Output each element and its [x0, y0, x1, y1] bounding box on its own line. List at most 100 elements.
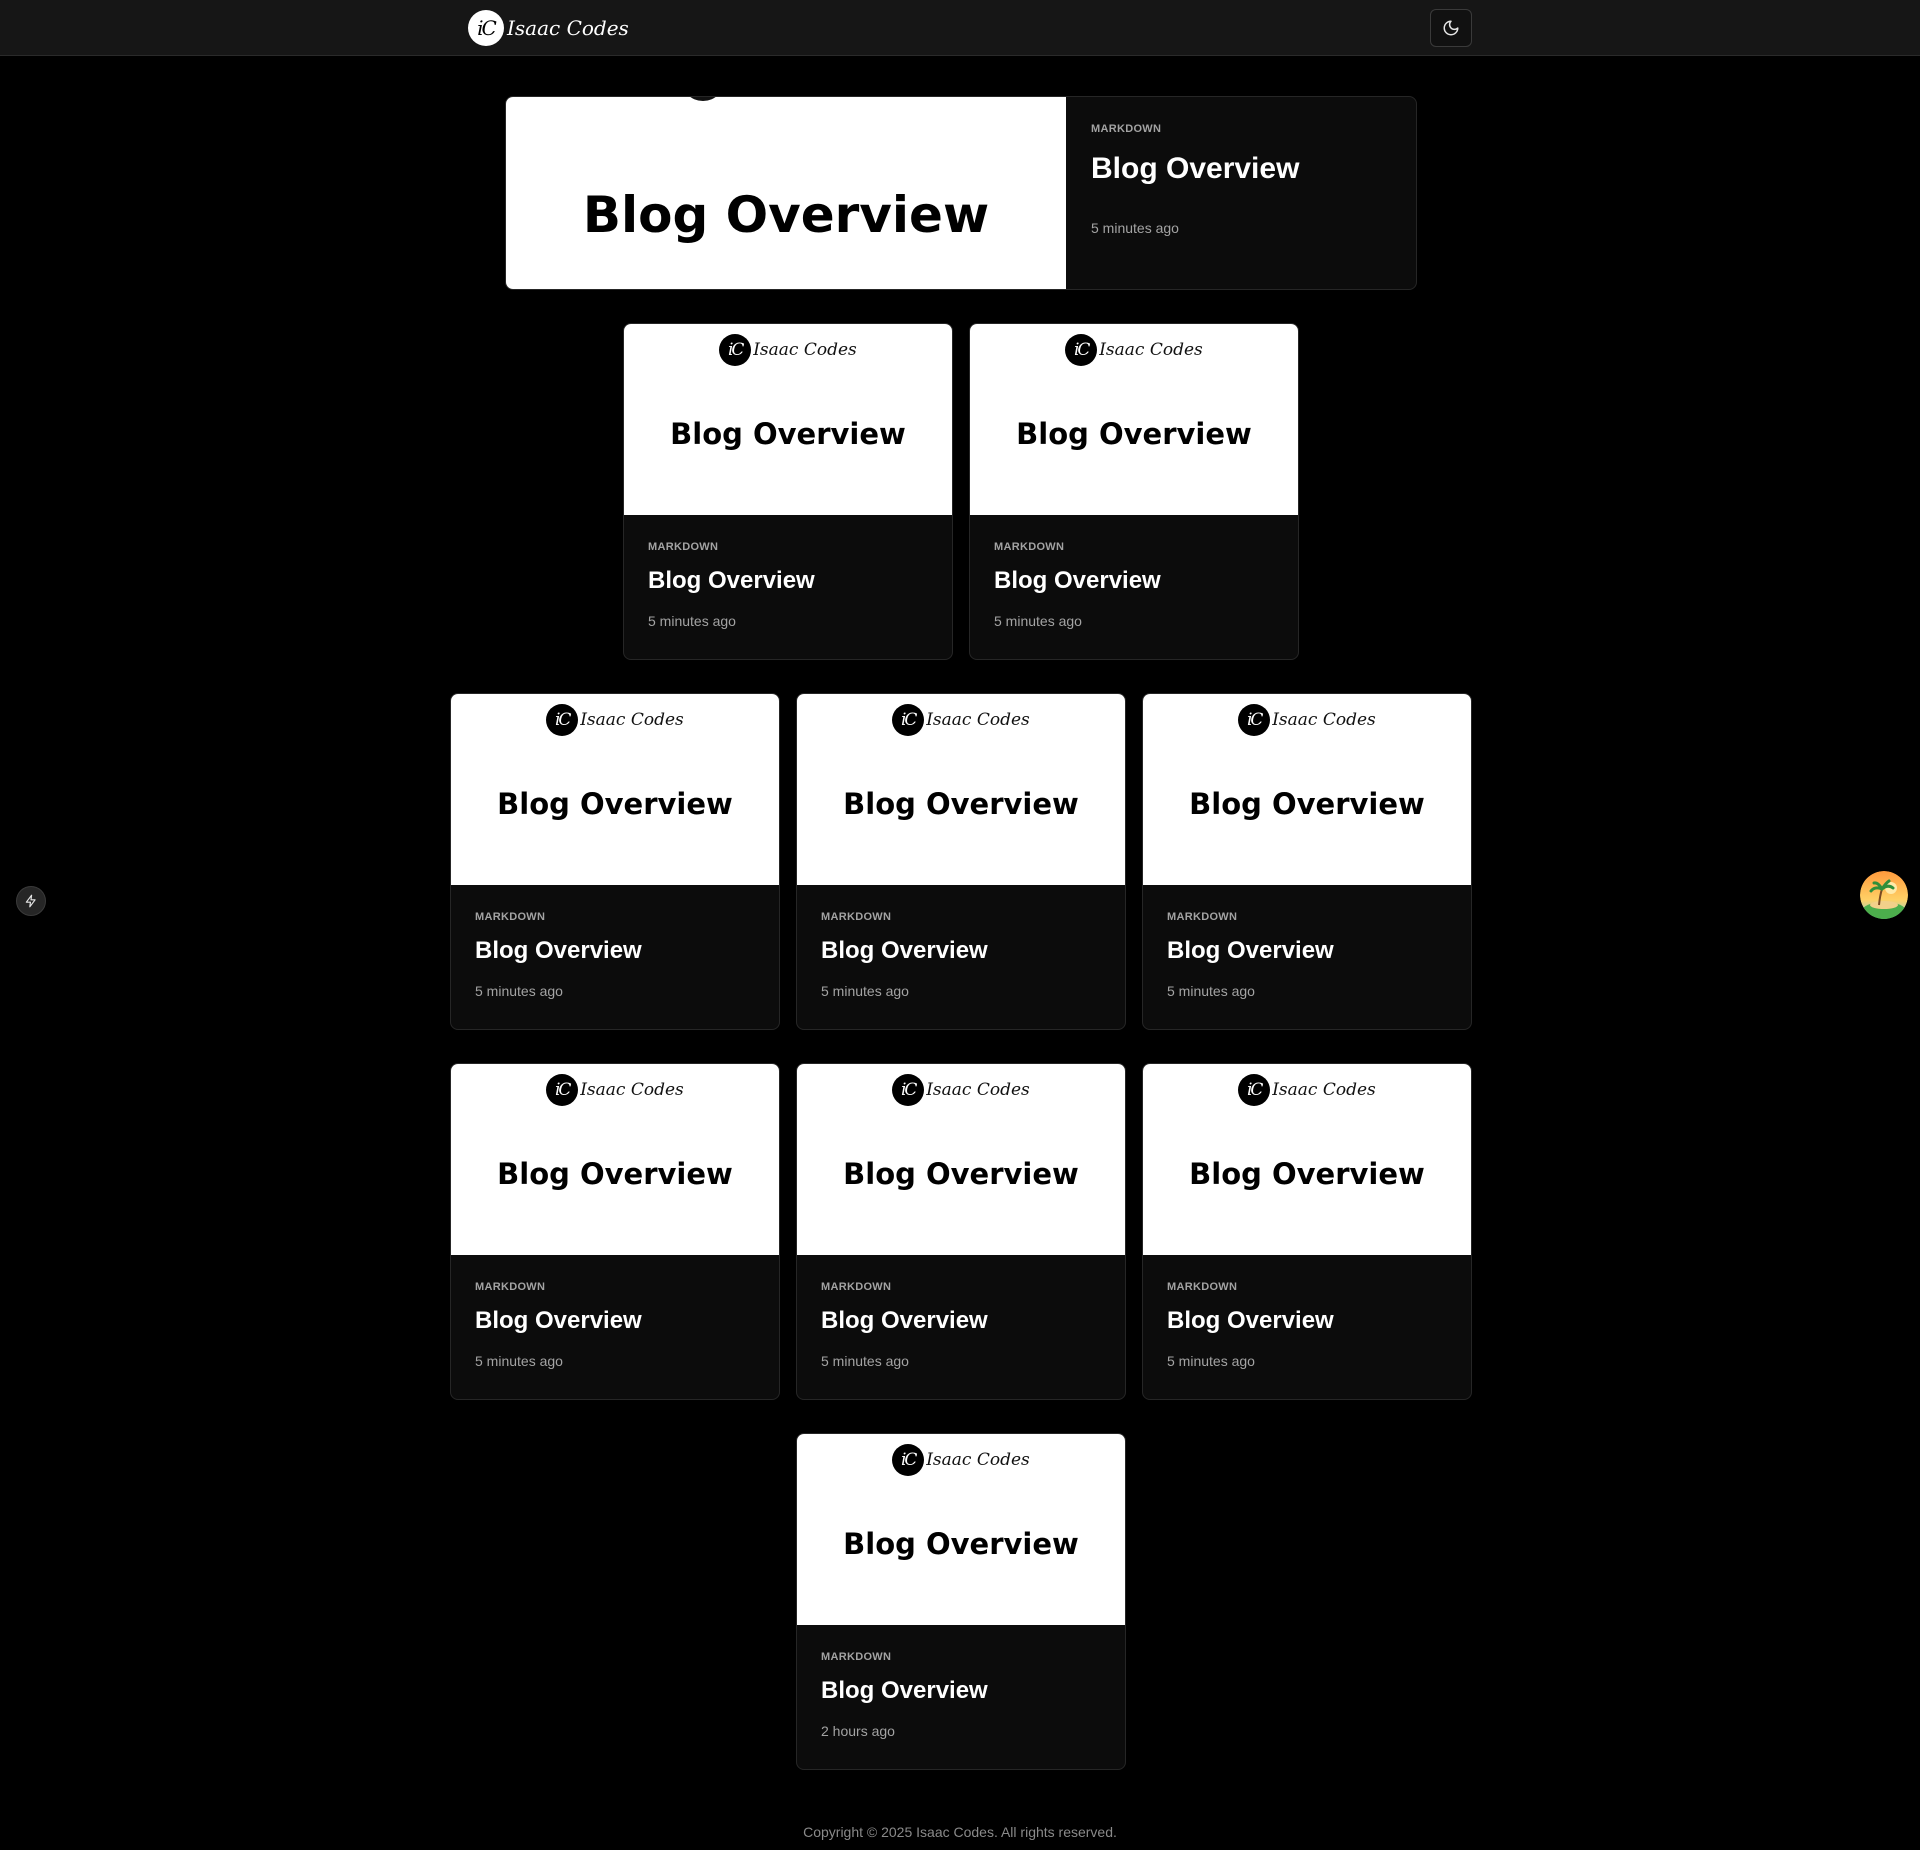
thumbnail-brand-name: Isaac Codes	[926, 1450, 1030, 1470]
post-tag[interactable]: MARKDOWN	[821, 911, 1101, 923]
moon-icon	[1443, 20, 1459, 36]
post-tag[interactable]: MARKDOWN	[994, 541, 1274, 553]
thumbnail-title: Blog Overview	[843, 787, 1079, 821]
thumbnail-logo: iC	[546, 704, 579, 736]
post-time: 5 minutes ago	[1167, 983, 1255, 999]
post-thumbnail: iC Isaac Codes Blog Overview	[451, 1064, 779, 1255]
post-card[interactable]: iC Isaac Codes Blog Overview MARKDOWN Bl…	[969, 323, 1299, 660]
site-header: iC Isaac Codes	[0, 0, 1920, 56]
post-tag[interactable]: MARKDOWN	[1167, 1281, 1447, 1293]
post-info: MARKDOWN Blog Overview 2 hours ago	[797, 1625, 1125, 1765]
post-card[interactable]: iC Isaac Codes Blog Overview MARKDOWN Bl…	[796, 693, 1126, 1030]
post-tag[interactable]: MARKDOWN	[1167, 911, 1447, 923]
post-tag[interactable]: MARKDOWN	[821, 1281, 1101, 1293]
post-card[interactable]: iC Isaac Codes Blog Overview MARKDOWN Bl…	[1142, 693, 1472, 1030]
post-tag[interactable]: MARKDOWN	[821, 1651, 1101, 1663]
thumbnail-title: Blog Overview	[843, 1157, 1079, 1191]
thumbnail-title: Blog Overview	[582, 186, 990, 244]
post-info: MARKDOWN Blog Overview 5 minutes ago	[797, 1255, 1125, 1395]
post-thumbnail: iC Isaac Codes Blog Overview	[1143, 694, 1471, 885]
post-time: 5 minutes ago	[1167, 1353, 1255, 1369]
thumbnail-logo: iC	[1238, 704, 1271, 736]
post-title[interactable]: Blog Overview	[1167, 1307, 1447, 1335]
thumbnail-brand-name: Isaac Codes	[580, 710, 684, 730]
post-tag[interactable]: MARKDOWN	[1091, 123, 1299, 135]
post-time: 5 minutes ago	[1091, 220, 1179, 236]
thumbnail-logo: iC	[1238, 1074, 1271, 1106]
home-link[interactable]: iC Isaac Codes	[468, 10, 629, 46]
post-thumbnail: iC Isaac Codes Blog Overview	[1143, 1064, 1471, 1255]
thumbnail-brand-name: Isaac Codes	[926, 710, 1030, 730]
thumbnail-brand: iC Isaac Codes	[1143, 1074, 1471, 1106]
post-card[interactable]: iC Isaac Codes Blog Overview MARKDOWN Bl…	[623, 323, 953, 660]
post-title[interactable]: Blog Overview	[1091, 152, 1299, 186]
dev-tools-button[interactable]	[16, 886, 46, 916]
post-thumbnail: iC Isaac Codes Blog Overview	[797, 694, 1125, 885]
profile-avatar-button[interactable]	[1860, 871, 1908, 919]
thumbnail-brand: iC Isaac Codes	[797, 1074, 1125, 1106]
post-card[interactable]: iC Isaac Codes Blog Overview MARKDOWN Bl…	[796, 1063, 1126, 1400]
post-tag[interactable]: MARKDOWN	[475, 1281, 755, 1293]
post-card[interactable]: iC Isaac Codes Blog Overview MARKDOWN Bl…	[450, 693, 780, 1030]
island-avatar-icon	[1860, 871, 1908, 919]
footer-copyright: Copyright © 2025 Isaac Codes. All rights…	[803, 1824, 1117, 1840]
thumbnail-brand-name: Isaac Codes	[1272, 710, 1376, 730]
post-title[interactable]: Blog Overview	[821, 1307, 1101, 1335]
post-thumbnail: iC Isaac Codes Blog Overview	[624, 324, 952, 515]
thumbnail-logo: iC	[719, 334, 752, 366]
brand-logo: iC	[468, 10, 504, 46]
post-time: 5 minutes ago	[994, 613, 1082, 629]
thumbnail-logo: iC	[1065, 334, 1098, 366]
featured-post-card[interactable]: Blog Overview MARKDOWN Blog Overview 5 m…	[505, 96, 1417, 290]
thumbnail-logo: iC	[892, 1074, 925, 1106]
post-title[interactable]: Blog Overview	[475, 937, 755, 965]
post-time: 5 minutes ago	[475, 1353, 563, 1369]
post-title[interactable]: Blog Overview	[475, 1307, 755, 1335]
post-title[interactable]: Blog Overview	[648, 567, 928, 595]
post-info: MARKDOWN Blog Overview 5 minutes ago	[1143, 1255, 1471, 1395]
featured-thumbnail: Blog Overview	[506, 97, 1066, 289]
lightning-icon	[25, 894, 36, 908]
post-info: MARKDOWN Blog Overview 5 minutes ago	[451, 1255, 779, 1395]
post-tag[interactable]: MARKDOWN	[648, 541, 928, 553]
post-time: 5 minutes ago	[648, 613, 736, 629]
thumbnail-brand-name: Isaac Codes	[1099, 340, 1203, 360]
thumbnail-logo: iC	[546, 1074, 579, 1106]
thumbnail-brand: iC Isaac Codes	[1143, 704, 1471, 736]
post-time: 5 minutes ago	[475, 983, 563, 999]
post-thumbnail: iC Isaac Codes Blog Overview	[451, 694, 779, 885]
post-thumbnail: iC Isaac Codes Blog Overview	[970, 324, 1298, 515]
post-card[interactable]: iC Isaac Codes Blog Overview MARKDOWN Bl…	[796, 1433, 1126, 1770]
theme-toggle-button[interactable]	[1430, 9, 1472, 47]
thumbnail-brand: iC Isaac Codes	[451, 1074, 779, 1106]
post-card[interactable]: iC Isaac Codes Blog Overview MARKDOWN Bl…	[1142, 1063, 1472, 1400]
thumbnail-title: Blog Overview	[1189, 1157, 1425, 1191]
post-title[interactable]: Blog Overview	[1167, 937, 1447, 965]
thumbnail-logo-fragment	[681, 97, 725, 101]
post-tag[interactable]: MARKDOWN	[475, 911, 755, 923]
thumbnail-brand-name: Isaac Codes	[926, 1080, 1030, 1100]
post-info: MARKDOWN Blog Overview 5 minutes ago	[451, 885, 779, 1025]
post-title[interactable]: Blog Overview	[994, 567, 1274, 595]
thumbnail-logo: iC	[892, 704, 925, 736]
thumbnail-title: Blog Overview	[670, 417, 906, 451]
post-info: MARKDOWN Blog Overview 5 minutes ago	[624, 515, 952, 655]
post-title[interactable]: Blog Overview	[821, 1677, 1101, 1705]
thumbnail-brand: iC Isaac Codes	[624, 334, 952, 366]
thumbnail-logo: iC	[892, 1444, 925, 1476]
post-thumbnail: iC Isaac Codes Blog Overview	[797, 1064, 1125, 1255]
post-info: MARKDOWN Blog Overview 5 minutes ago	[970, 515, 1298, 655]
thumbnail-brand: iC Isaac Codes	[797, 1444, 1125, 1476]
thumbnail-brand-name: Isaac Codes	[753, 340, 857, 360]
post-card[interactable]: iC Isaac Codes Blog Overview MARKDOWN Bl…	[450, 1063, 780, 1400]
thumbnail-brand-name: Isaac Codes	[580, 1080, 684, 1100]
thumbnail-brand: iC Isaac Codes	[451, 704, 779, 736]
thumbnail-title: Blog Overview	[1189, 787, 1425, 821]
post-time: 5 minutes ago	[821, 1353, 909, 1369]
thumbnail-title: Blog Overview	[1016, 417, 1252, 451]
featured-info: MARKDOWN Blog Overview 5 minutes ago	[1066, 97, 1324, 289]
thumbnail-brand-name: Isaac Codes	[1272, 1080, 1376, 1100]
post-title[interactable]: Blog Overview	[821, 937, 1101, 965]
post-time: 2 hours ago	[821, 1723, 895, 1739]
thumbnail-brand: iC Isaac Codes	[970, 334, 1298, 366]
